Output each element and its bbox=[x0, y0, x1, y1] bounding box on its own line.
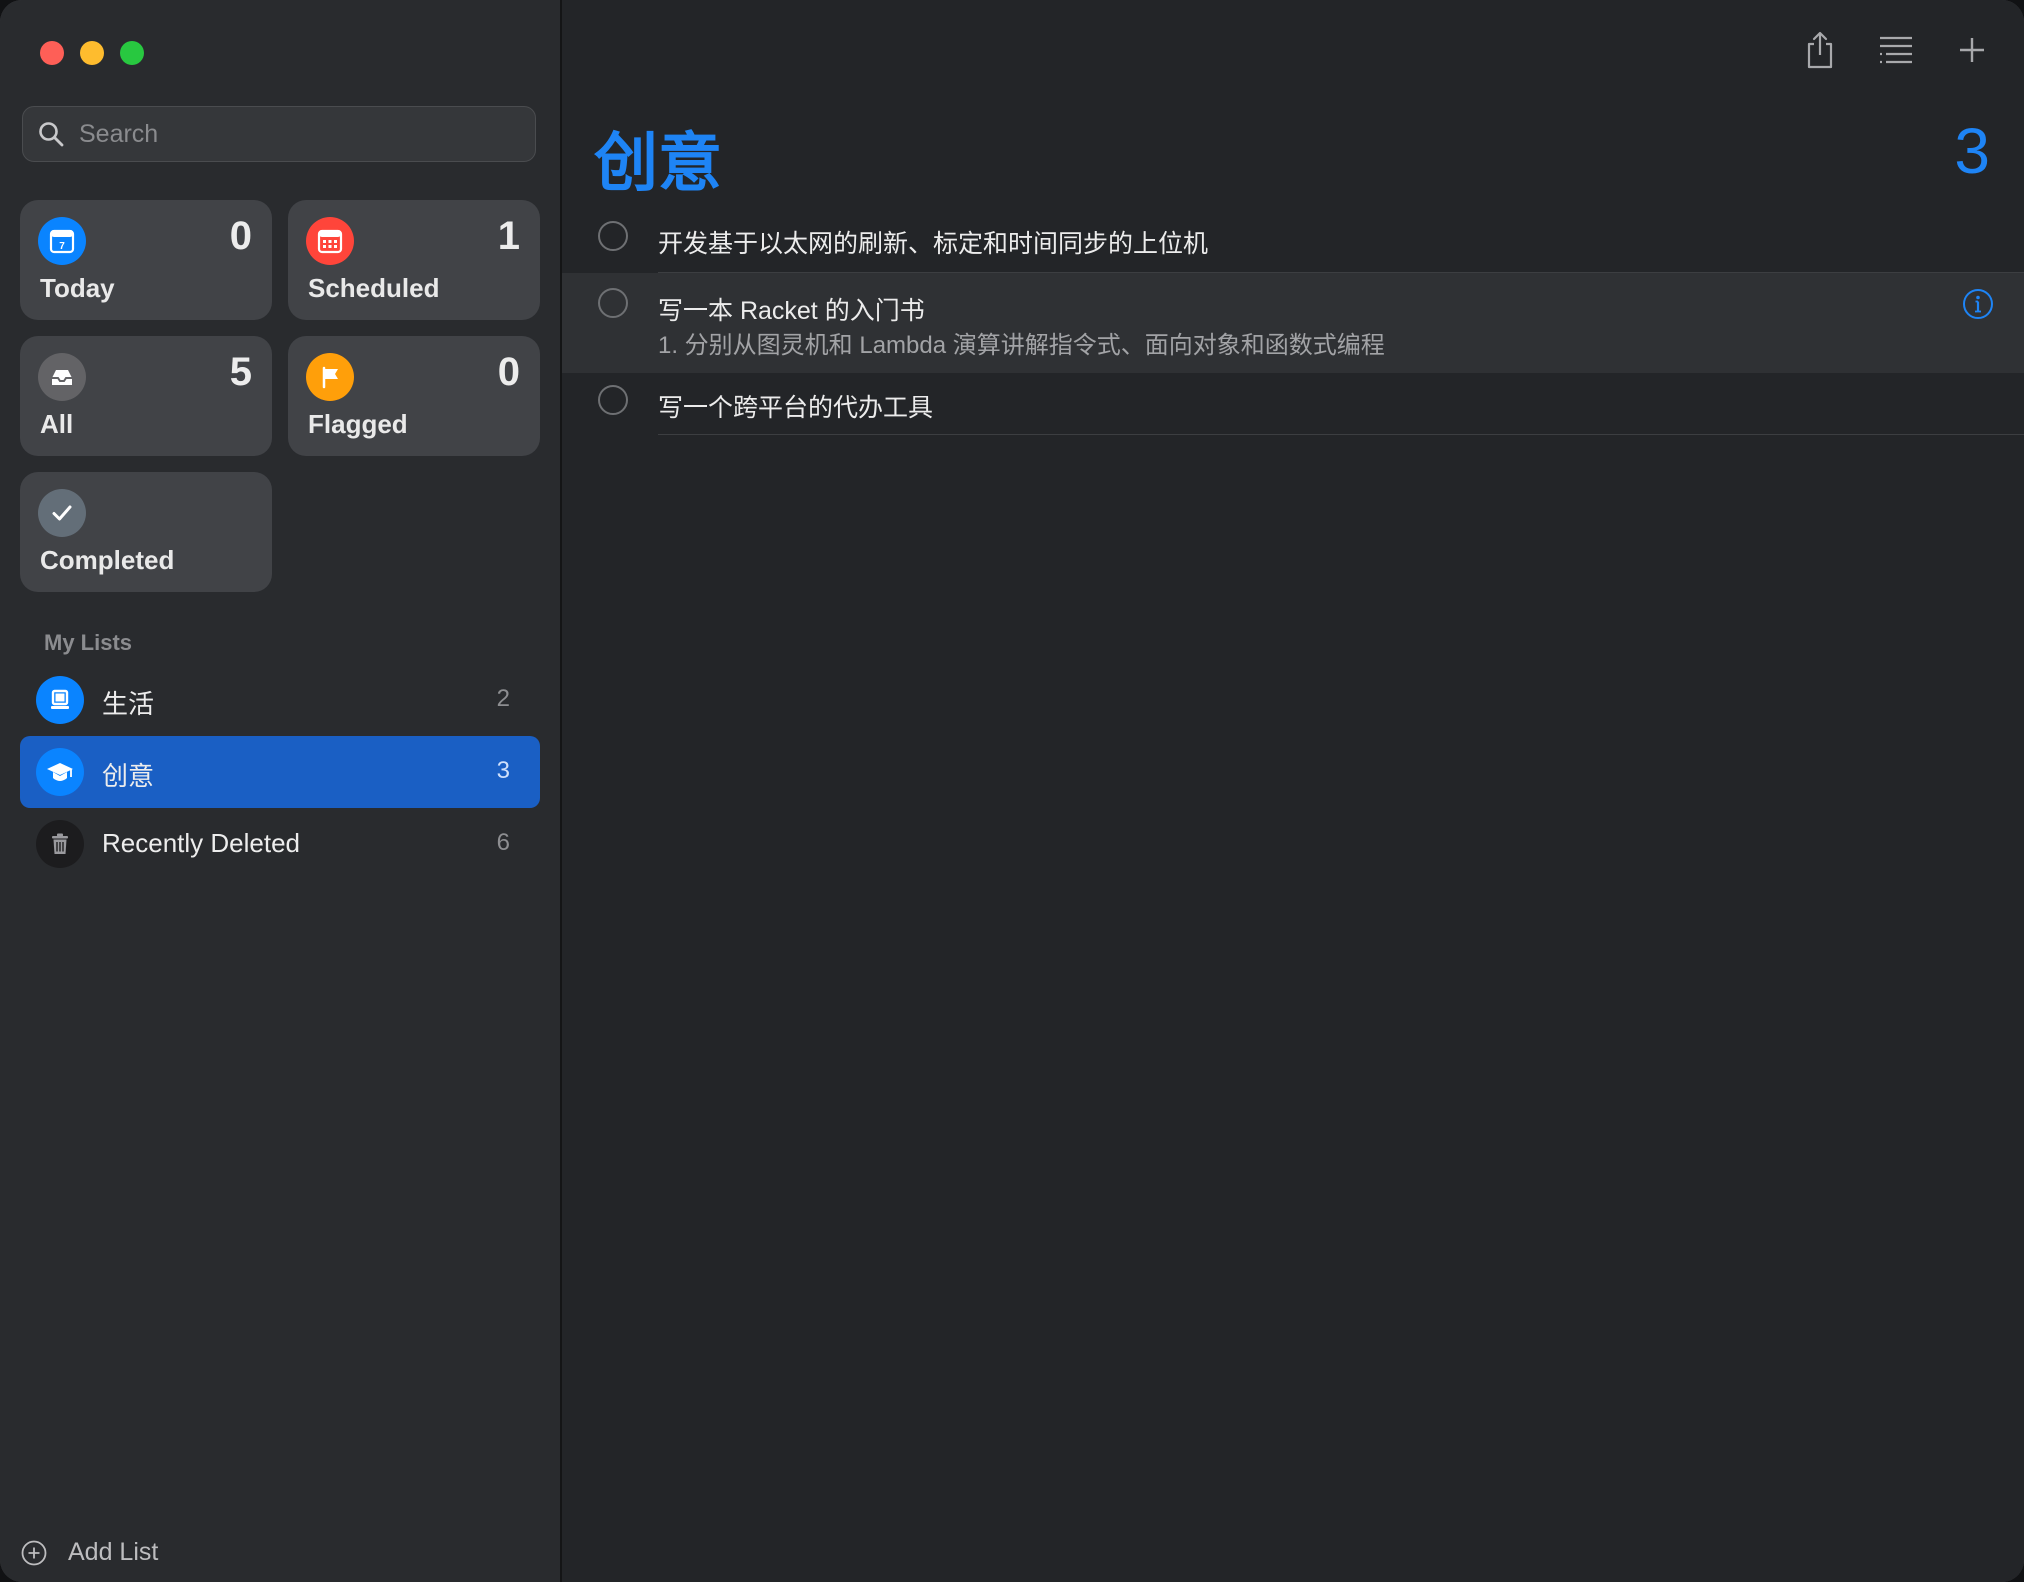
list-item-ideas[interactable]: 创意 3 bbox=[20, 736, 540, 808]
my-lists-header: My Lists bbox=[44, 630, 133, 655]
smart-list-all[interactable]: 5 All bbox=[20, 336, 272, 456]
list-item-label: 创意 bbox=[102, 761, 155, 791]
calendar-grid-icon bbox=[306, 217, 354, 265]
smart-list-flagged[interactable]: 0 Flagged bbox=[288, 336, 540, 456]
laptop-icon bbox=[36, 676, 84, 724]
checkmark-icon bbox=[38, 489, 86, 537]
add-reminder-button[interactable] bbox=[1950, 28, 1994, 72]
list-item-life[interactable]: 生活 2 bbox=[20, 664, 540, 736]
smart-list-scheduled[interactable]: 1 Scheduled bbox=[288, 200, 540, 320]
reminder-row[interactable]: 写一个跨平台的代办工具 bbox=[562, 380, 2024, 436]
list-count: 3 bbox=[1954, 115, 1990, 187]
smart-list-label: Scheduled bbox=[308, 273, 440, 303]
flag-icon bbox=[306, 353, 354, 401]
add-list-label: Add List bbox=[68, 1538, 159, 1566]
add-circle-icon bbox=[21, 1540, 47, 1565]
reminder-title[interactable]: 写一个跨平台的代办工具 bbox=[658, 388, 933, 424]
list-item-recently-deleted[interactable]: Recently Deleted 6 bbox=[20, 808, 540, 880]
smart-list-completed[interactable]: Completed bbox=[20, 472, 272, 592]
search-input[interactable] bbox=[77, 106, 535, 162]
add-list-button[interactable]: Add List bbox=[20, 1538, 158, 1567]
share-icon bbox=[1807, 31, 1833, 69]
search-field[interactable] bbox=[22, 106, 536, 162]
list-options-icon bbox=[1880, 36, 1912, 64]
smart-list-count: 5 bbox=[229, 350, 252, 394]
list-options-button[interactable] bbox=[1874, 28, 1918, 72]
tray-icon bbox=[38, 353, 86, 401]
smart-list-count: 0 bbox=[497, 350, 520, 394]
list-item-count: 3 bbox=[496, 757, 510, 784]
smart-list-label: Today bbox=[40, 273, 115, 303]
reminder-row[interactable]: 写一本 Racket 的入门书 1. 分别从图灵机和 Lambda 演算讲解指令… bbox=[562, 273, 2024, 373]
list-item-label: 生活 bbox=[102, 689, 155, 719]
minimize-window-button[interactable] bbox=[80, 41, 104, 65]
close-window-button[interactable] bbox=[40, 41, 64, 65]
smart-list-count: 1 bbox=[497, 214, 520, 258]
svg-text:7: 7 bbox=[59, 241, 65, 252]
info-icon[interactable] bbox=[1962, 288, 1994, 320]
smart-list-label: Flagged bbox=[308, 409, 408, 439]
smart-list-today[interactable]: 7 0 Today bbox=[20, 200, 272, 320]
row-divider bbox=[658, 434, 2024, 435]
reminder-note[interactable]: 1. 分别从图灵机和 Lambda 演算讲解指令式、面向对象和函数式编程 bbox=[658, 325, 1385, 360]
list-item-count: 6 bbox=[496, 829, 510, 856]
zoom-window-button[interactable] bbox=[120, 41, 144, 65]
share-button[interactable] bbox=[1798, 28, 1842, 72]
smart-list-label: Completed bbox=[40, 545, 175, 575]
smart-list-label: All bbox=[40, 409, 74, 439]
reminder-title[interactable]: 开发基于以太网的刷新、标定和时间同步的上位机 bbox=[658, 224, 1208, 260]
reminder-checkbox[interactable] bbox=[598, 385, 628, 415]
smart-list-count: 0 bbox=[229, 214, 252, 258]
reminder-checkbox[interactable] bbox=[598, 288, 628, 318]
calendar-today-icon: 7 bbox=[38, 217, 86, 265]
list-title: 创意 bbox=[594, 127, 722, 199]
list-item-label: Recently Deleted bbox=[102, 828, 300, 858]
list-item-count: 2 bbox=[496, 685, 510, 712]
graduation-cap-icon bbox=[36, 748, 84, 796]
reminder-checkbox[interactable] bbox=[598, 221, 628, 251]
reminder-title[interactable]: 写一本 Racket 的入门书 bbox=[658, 291, 925, 327]
add-icon bbox=[1960, 38, 1984, 62]
trash-icon bbox=[36, 820, 84, 868]
search-icon bbox=[39, 122, 64, 147]
list-detail-pane: 创意 3 开发基于以太网的刷新、标定和时间同步的上位机 写一本 Racket 的… bbox=[562, 0, 2024, 1582]
sidebar: 7 0 Today 1 Scheduled bbox=[0, 0, 562, 1582]
reminder-row[interactable]: 开发基于以太网的刷新、标定和时间同步的上位机 bbox=[562, 216, 2024, 272]
reminders-window: 7 0 Today 1 Scheduled bbox=[0, 0, 2024, 1582]
